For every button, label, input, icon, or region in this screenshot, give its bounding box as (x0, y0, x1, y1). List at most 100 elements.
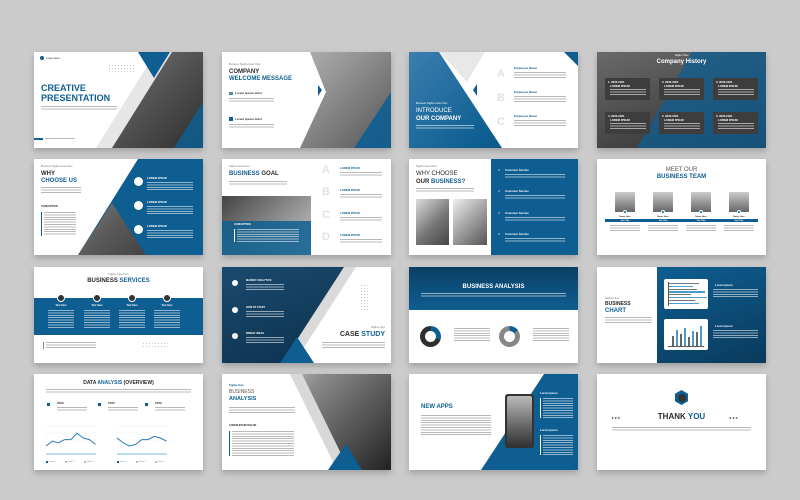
placeholder-text-lines (340, 217, 382, 221)
slide-creative-presentation[interactable]: Logo Here CREATIVE PRESENTATION (34, 52, 203, 148)
placeholder-text-lines (84, 310, 110, 329)
accent-bar (540, 398, 541, 418)
column (680, 334, 682, 346)
legend-swatch (65, 461, 67, 463)
placeholder-text-lines (340, 239, 382, 243)
slide-business-chart[interactable]: Tagline Here BUSINESS CHART Lorem Ipsum … (597, 267, 766, 363)
bar-chart-card (664, 279, 708, 309)
slide-company-welcome[interactable]: Business Tagline Goes Here COMPANY WELCO… (222, 52, 391, 148)
slide-company-history[interactable]: Tagline Here Company History 1. 2020-202… (597, 52, 766, 148)
service-label: Text Here (126, 304, 138, 307)
slide-why-choose-business[interactable]: Tagline Goes Here WHY CHOOSE OUR BUSINES… (409, 159, 578, 255)
placeholder-text-lines (610, 123, 646, 130)
donut-hole (504, 331, 515, 342)
history-label: LOREM IPSUM (610, 118, 630, 122)
logo-dot (678, 394, 686, 402)
bar (669, 302, 699, 304)
tagline: Business Tagline Goes Here (416, 102, 448, 105)
column (696, 332, 698, 346)
slide-thank-you[interactable]: THANK YOU ▸ ▸ ▸ ◂ ◂ ◂ (597, 374, 766, 470)
item-label: Customer Service (505, 189, 529, 193)
history-label: LOREM IPSUM (718, 118, 738, 122)
accent-bar (234, 229, 235, 242)
service-icon (128, 294, 136, 302)
document-icon (229, 92, 233, 95)
accent-bar (34, 138, 43, 140)
placeholder-text-lines (686, 225, 716, 232)
slide-case-study[interactable]: MARKET ANALYTICS HOW TO START BRIGHT IDEAS… (222, 267, 391, 363)
member-job: Job Title (734, 219, 744, 222)
item-label: Lorem Ipsum (715, 324, 733, 328)
legend-swatch (155, 461, 157, 463)
placeholder-text-lines (713, 330, 758, 339)
service-icon (93, 294, 101, 302)
check-icon: ✔ (498, 189, 501, 193)
bar (669, 297, 707, 299)
user-icon (737, 210, 741, 214)
item-label: LOREM IPSUM (147, 176, 167, 180)
axis-line (668, 346, 704, 347)
accent-bar (229, 431, 230, 456)
placeholder-text-lines (421, 293, 566, 297)
placeholder-text-lines (713, 289, 758, 298)
subheading: CONCEPTION (41, 205, 58, 208)
service-icon (57, 294, 65, 302)
title: BUSINESS ANALYSIS (462, 284, 525, 290)
legend-swatch (117, 461, 119, 463)
bar (669, 294, 691, 296)
placeholder-text-lines (664, 123, 700, 130)
legend-swatch (84, 461, 86, 463)
member-job: Job Title (620, 219, 630, 222)
user-icon (699, 210, 703, 214)
legend-label: Series 2 (138, 460, 146, 463)
bar (669, 291, 705, 293)
feature-icon (232, 307, 238, 313)
data-line (116, 435, 167, 447)
member-photo (653, 192, 673, 212)
tagline: Tagline Here (229, 384, 244, 387)
letter: D (322, 231, 330, 243)
placeholder-text-lines (229, 98, 274, 103)
slide-introduce-company[interactable]: Business Tagline Goes Here INTRODUCE OUR… (409, 52, 578, 148)
title-line-1: WHY CHOOSE (416, 171, 458, 177)
title-part: CASE (339, 331, 362, 338)
feature-icon (232, 333, 238, 339)
slide-business-analysis-donuts[interactable]: BUSINESS ANALYSIS (409, 267, 578, 363)
placeholder-text-lines (246, 337, 284, 343)
slide-business-services[interactable]: Tagline Goes Here BUSINESS SERVICES Text… (34, 267, 203, 363)
accent-bar (540, 435, 541, 455)
legend-label: Series 3 (86, 460, 94, 463)
dot-grid (360, 284, 370, 310)
slide-business-team[interactable]: MEET OUR BUSINESS TEAM Name Here Job Titl… (597, 159, 766, 255)
slide-business-analysis[interactable]: Tagline Here BUSINESS ANALYSIS LOREM IPS… (222, 374, 391, 470)
title-line-2: OUR COMPANY (416, 116, 462, 122)
letter: A (497, 68, 505, 80)
placeholder-text-lines (322, 342, 385, 348)
accent-bar (43, 342, 44, 349)
column (700, 326, 702, 346)
phone-mockup (505, 394, 534, 448)
bar (669, 283, 699, 285)
line-charts (45, 425, 167, 455)
service-label: Text Here (91, 304, 103, 307)
title-line-1: INTRODUCE (416, 108, 452, 114)
column (688, 337, 690, 346)
subheading: LOREM IPSUM DOLOR (229, 424, 257, 427)
item-label: LOREM IPSUM (340, 211, 360, 215)
slide-new-apps[interactable]: NEW APPS Lorem Ipsum Lorem Ipsum (409, 374, 578, 470)
phone-photo (507, 396, 532, 446)
history-label: LOREM IPSUM (664, 84, 684, 88)
placeholder-text-lines (232, 431, 294, 456)
item-label: LOREM IPSUM (340, 233, 360, 237)
placeholder-text-lines (246, 311, 284, 317)
column (672, 336, 674, 346)
legend-swatch (46, 461, 48, 463)
slide-business-goal[interactable]: Tagline Goes Here BUSINESS GOAL CONCEPTI… (222, 159, 391, 255)
member-name: Name Here (657, 215, 669, 218)
donut-chart (420, 326, 441, 347)
title-line-2: BUSINESS TEAM (656, 174, 707, 180)
placeholder-text-lines (147, 206, 193, 214)
slide-why-choose-us[interactable]: Business Tagline Goes Here WHY CHOOSE US… (34, 159, 203, 255)
title-part: OUR (416, 179, 431, 185)
slide-data-analysis[interactable]: DATA ANALYSIS (OVERVIEW) 2000 1500 2700 Se… (34, 374, 203, 470)
